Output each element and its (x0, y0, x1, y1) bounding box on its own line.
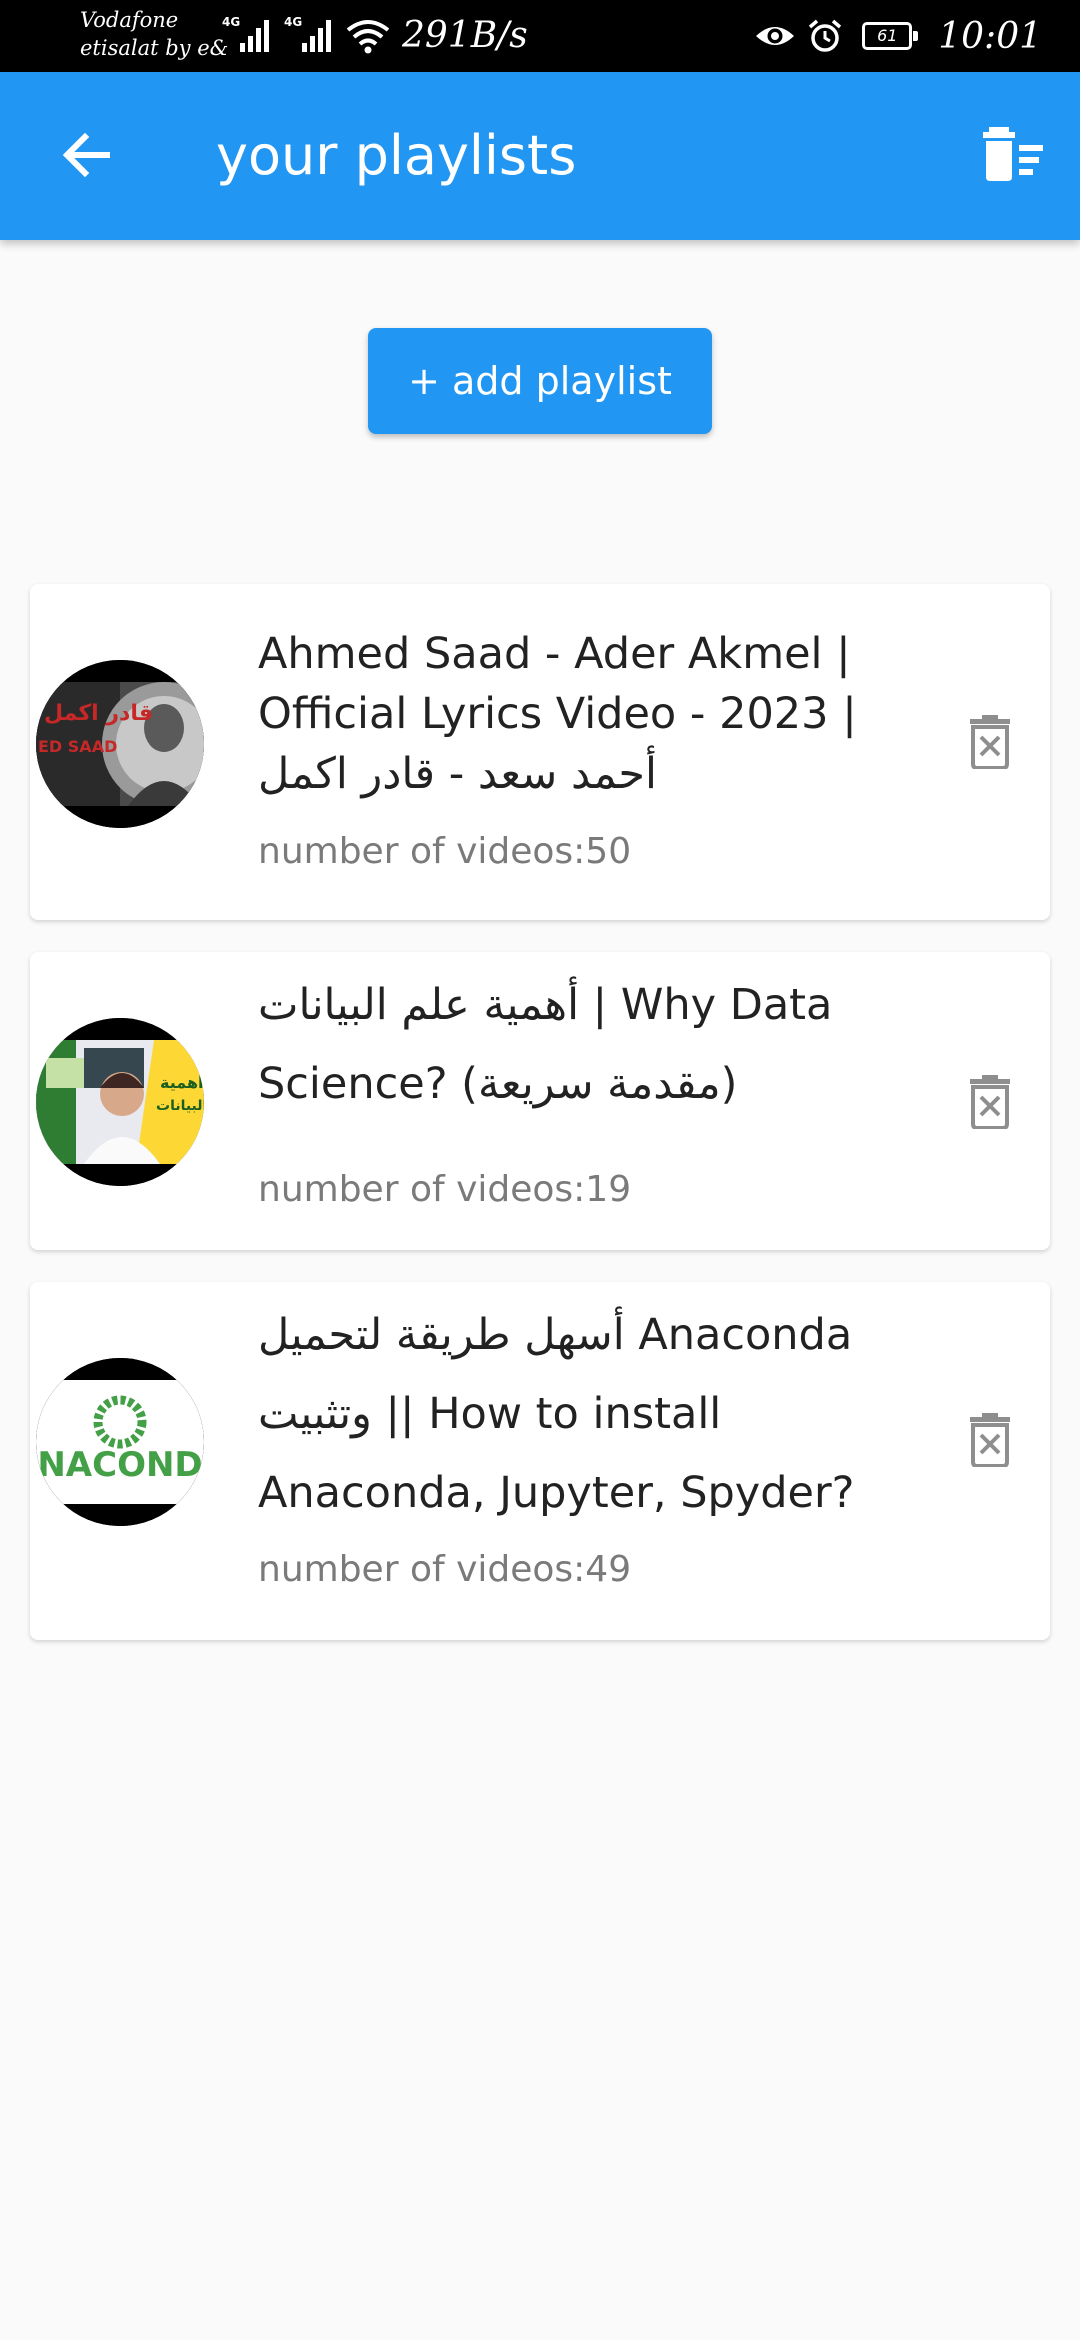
arrow-left-icon (62, 132, 110, 178)
playlist-thumbnail: أهمية البيانات (36, 1018, 204, 1186)
delete-sweep-icon (983, 127, 1043, 181)
signal-icons: 4G 4G (222, 16, 390, 54)
playlist-thumbnail-image: ANACONDA (36, 1358, 204, 1526)
wifi-icon (346, 20, 390, 54)
delete-playlist-button[interactable] (950, 1400, 1030, 1480)
delete-all-button[interactable] (970, 112, 1056, 198)
add-playlist-button[interactable]: + add playlist (368, 328, 712, 434)
page-title: your playlists (216, 124, 577, 187)
trash-icon (970, 715, 1010, 769)
app-bar: your playlists (0, 72, 1080, 240)
carrier-name: Vodafone etisalat by e& (80, 8, 229, 60)
battery-icon: 61 (862, 22, 919, 50)
playlist-title: أسهل طريقة لتحميل Anaconda وتثبيت || How… (258, 1310, 855, 1518)
signal-icon-2: 4G (284, 16, 336, 54)
eye-icon (756, 27, 795, 45)
playlist-card[interactable]: قادر اكمل ED SAAD Ahmed Saad - Ader Akme… (30, 584, 1050, 920)
playlist-video-count: number of videos:49 (258, 1549, 632, 1590)
playlist-thumbnail-image: أهمية البيانات (36, 1018, 204, 1186)
trash-icon (970, 1075, 1010, 1129)
playlist-title: Ahmed Saad - Ader Akmel | Official Lyric… (258, 629, 857, 799)
playlist-thumbnail-image: قادر اكمل ED SAAD (36, 660, 204, 828)
svg-text:البيانات: البيانات (156, 1098, 204, 1114)
playlist-card[interactable]: أهمية البيانات أهمية علم البيانات | Why … (30, 952, 1050, 1250)
playlist-thumbnail: ANACONDA (36, 1358, 204, 1526)
svg-text:قادر اكمل: قادر اكمل (44, 701, 153, 726)
trash-icon (970, 1413, 1010, 1467)
playlist-video-count: number of videos:50 (258, 831, 632, 872)
svg-text:ED SAAD: ED SAAD (38, 737, 117, 756)
back-button[interactable] (44, 112, 130, 198)
playlist-title: أهمية علم البيانات | Why Data Science? (… (258, 980, 833, 1109)
svg-text:ANACONDA: ANACONDA (36, 1445, 204, 1485)
delete-playlist-button[interactable] (950, 1062, 1030, 1142)
status-clock: 10:01 (938, 15, 1042, 57)
status-bar: Vodafone etisalat by e& 4G 4G 291B/s 61 … (0, 0, 1080, 72)
svg-text:أهمية: أهمية (160, 1072, 204, 1092)
status-right: 61 10:01 (754, 10, 1042, 62)
network-speed: 291B/s (402, 15, 528, 56)
delete-playlist-button[interactable] (950, 702, 1030, 782)
playlist-card[interactable]: ANACONDA أسهل طريقة لتحميل Anaconda وتثب… (30, 1282, 1050, 1640)
alarm-icon (809, 19, 842, 52)
playlist-thumbnail: قادر اكمل ED SAAD (36, 660, 204, 828)
signal-icon-1: 4G (222, 16, 274, 54)
playlist-video-count: number of videos:19 (258, 1169, 632, 1210)
